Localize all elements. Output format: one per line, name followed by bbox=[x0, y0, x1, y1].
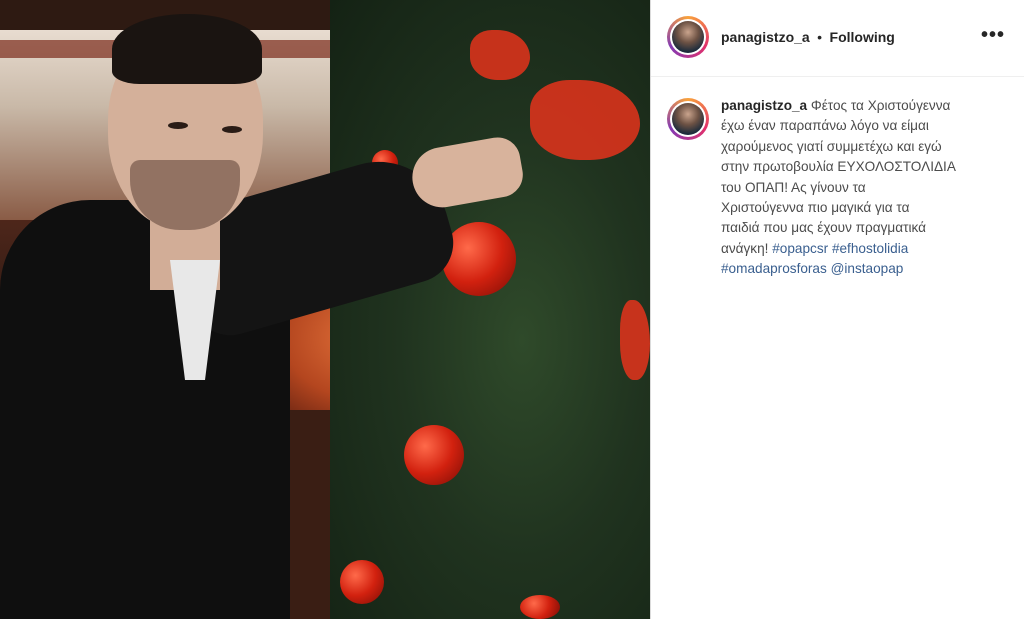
caption-line: παιδιά που μας έχουν πραγματικά bbox=[721, 220, 927, 236]
tree-bow bbox=[470, 30, 530, 80]
more-options-icon[interactable]: ••• bbox=[981, 24, 1005, 47]
caption-line: Χριστούγεννα πιο μαγικά για τα bbox=[721, 200, 910, 216]
avatar-image bbox=[672, 103, 704, 135]
hashtag-link[interactable]: #opapcsr bbox=[772, 241, 828, 256]
caption-line: #omadaprosforas @instaopap bbox=[721, 259, 1006, 279]
post-photo[interactable] bbox=[0, 0, 650, 619]
caption-line: panagistzo_a Φέτος τα Χριστούγεννα bbox=[721, 96, 1006, 116]
tree-ornament bbox=[442, 222, 516, 296]
following-button[interactable]: Following bbox=[830, 29, 895, 45]
caption-text: ανάγκη! bbox=[721, 240, 769, 256]
profile-avatar[interactable] bbox=[667, 16, 709, 58]
person-eye bbox=[168, 122, 188, 129]
caption-username[interactable]: panagistzo_a bbox=[721, 98, 807, 113]
tree-ornament bbox=[520, 595, 560, 619]
header-username[interactable]: panagistzo_a bbox=[721, 29, 810, 45]
header-line: panagistzo_a • Following bbox=[721, 29, 895, 47]
caption-line: χαρούμενος γιατί συμμετέχω και εγώ bbox=[721, 138, 942, 154]
caption-text: Φέτος τα Χριστούγεννα bbox=[810, 98, 951, 113]
mention-link[interactable]: @instaopap bbox=[831, 261, 904, 276]
hashtag-link[interactable]: #omadaprosforas bbox=[721, 261, 827, 276]
caption-line: έχω έναν παραπάνω λόγο να είμαι bbox=[721, 118, 929, 134]
caption-line: στην πρωτοβουλία ΕΥΧΟΛΟΣΤΟΛΙΔΙΑ bbox=[721, 159, 956, 175]
caption-line: του ΟΠΑΠ! Ας γίνουν τα bbox=[721, 179, 866, 195]
avatar-image bbox=[672, 21, 704, 53]
person bbox=[0, 10, 527, 619]
post-caption: panagistzo_a Φέτος τα Χριστούγεννα έχω έ… bbox=[721, 96, 1006, 280]
person-eye bbox=[222, 126, 242, 133]
person-hair bbox=[112, 14, 262, 84]
post-window: panagistzo_a • Following ••• panagistzo_… bbox=[0, 0, 1024, 619]
hashtag-link[interactable]: #efhostolidia bbox=[832, 241, 908, 256]
header-separator: • bbox=[817, 29, 823, 45]
caption-line: ανάγκη! #opapcsr #efhostolidia bbox=[721, 239, 1006, 259]
post-side-panel: panagistzo_a • Following ••• panagistzo_… bbox=[650, 0, 1024, 619]
post-header: panagistzo_a • Following ••• bbox=[651, 0, 1024, 77]
caption-avatar[interactable] bbox=[667, 98, 709, 140]
